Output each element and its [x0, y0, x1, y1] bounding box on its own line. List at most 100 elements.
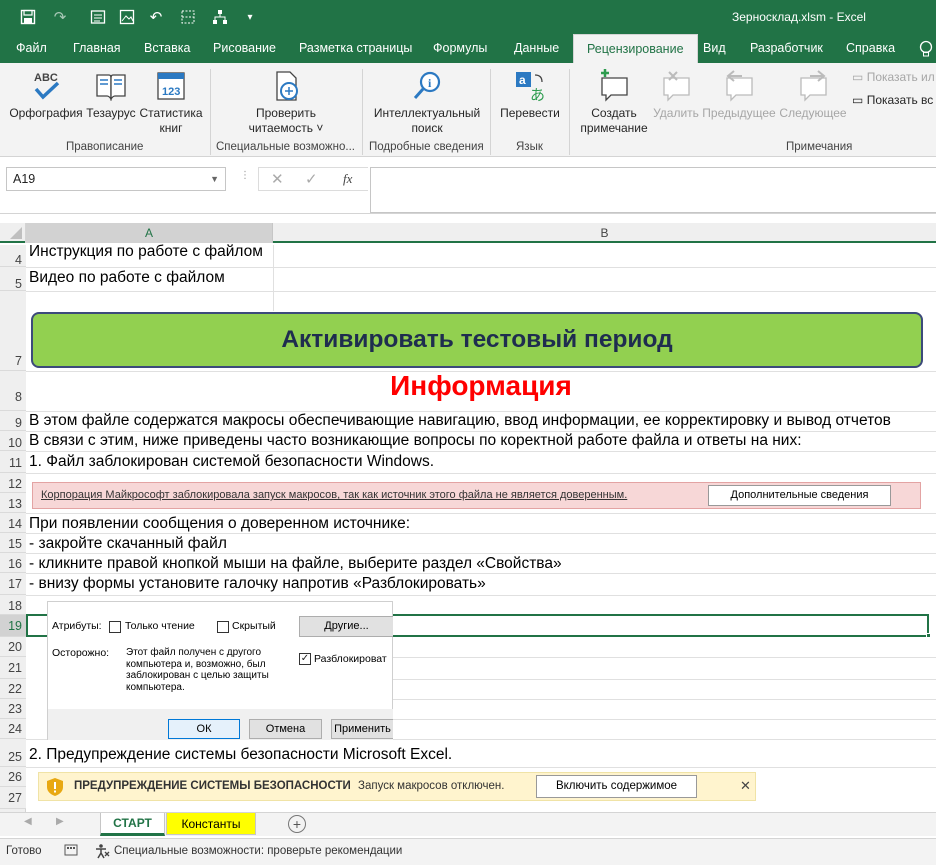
row-header[interactable]: 10 — [0, 431, 26, 451]
spelling-button[interactable]: ABC Орфография — [8, 69, 84, 121]
translate-button[interactable]: aあ Перевести — [494, 69, 566, 121]
cell-a5[interactable]: Видео по работе с файлом — [29, 269, 225, 287]
tab-help[interactable]: Справка — [846, 34, 895, 63]
sheet-tab-constants[interactable]: Константы — [166, 813, 256, 835]
lightbulb-icon[interactable] — [919, 34, 933, 63]
cell-a4[interactable]: Инструкция по работе с файлом — [29, 243, 263, 261]
thesaurus-button[interactable]: Тезаурус — [84, 69, 138, 121]
row-header[interactable]: 11 — [0, 451, 26, 473]
undo-icon[interactable]: ↶ — [146, 7, 166, 27]
workbook-stats-button[interactable]: 123 Статистика книг — [138, 69, 204, 136]
macro-recording-icon[interactable] — [64, 843, 78, 860]
cell-a10[interactable]: В связи с этим, ниже приведены часто воз… — [29, 432, 802, 450]
tab-formulas[interactable]: Формулы — [433, 34, 487, 63]
tab-developer[interactable]: Разработчик — [750, 34, 823, 63]
previous-comment-button[interactable]: Предыдущее — [700, 69, 778, 121]
border-icon[interactable] — [178, 7, 198, 27]
name-box-dropdown-icon[interactable]: ▼ — [210, 168, 219, 190]
sheet-tab-start[interactable]: СТАРТ — [100, 813, 165, 836]
enable-content-button[interactable]: Включить содержимое — [536, 775, 697, 798]
cancel-button[interactable]: Отмена — [249, 719, 322, 739]
row-header[interactable]: 21 — [0, 657, 26, 679]
fill-handle[interactable] — [926, 633, 931, 638]
enter-icon[interactable]: ✓ — [305, 170, 318, 188]
row-header[interactable]: 24 — [0, 719, 26, 739]
tab-review[interactable]: Рецензирование — [573, 34, 698, 63]
row-header[interactable]: 17 — [0, 573, 26, 595]
tab-page-layout[interactable]: Разметка страницы — [299, 34, 412, 63]
row-header[interactable]: 4 — [0, 245, 26, 267]
check-accessibility-button[interactable]: Проверить читаемость ˅ — [236, 69, 336, 136]
row-header[interactable]: 15 — [0, 533, 26, 553]
column-header-a[interactable]: A — [26, 223, 273, 243]
show-all-notes-button[interactable]: ▭ Показать вс — [852, 93, 933, 107]
row-header[interactable]: 26 — [0, 767, 26, 787]
show-note-button[interactable]: ▭ Показать ил — [852, 70, 935, 84]
group-separator — [210, 69, 211, 155]
apply-button[interactable]: Применить — [331, 719, 393, 739]
tab-data[interactable]: Данные — [514, 34, 559, 63]
tab-view[interactable]: Вид — [703, 34, 726, 63]
unblock-checkbox[interactable]: ✓ — [299, 653, 311, 665]
cell-a9[interactable]: В этом файле содержатся макросы обеспечи… — [29, 412, 891, 430]
row-header[interactable]: 20 — [0, 637, 26, 657]
row-header[interactable]: 18 — [0, 595, 26, 615]
scroll-left-icon[interactable]: ◀ — [24, 816, 32, 827]
new-comment-button[interactable]: Создать примечание — [574, 69, 654, 136]
customize-toolbar-icon[interactable]: ▾ — [240, 7, 260, 27]
close-icon[interactable]: ✕ — [740, 778, 751, 794]
cell-a17[interactable]: - внизу формы установите галочку напроти… — [29, 575, 486, 593]
readonly-checkbox[interactable] — [109, 621, 121, 633]
next-comment-button[interactable]: Следующее — [776, 69, 850, 121]
row-divider — [393, 719, 936, 720]
row-header-selected[interactable]: 19 — [0, 615, 26, 637]
smart-lookup-button[interactable]: i Интеллектуальный поиск — [368, 69, 486, 136]
row-header[interactable]: 22 — [0, 679, 26, 699]
redo-icon[interactable]: ↷ — [50, 7, 70, 27]
cell-a14[interactable]: При появлении сообщения о доверенном ист… — [29, 515, 410, 533]
scroll-right-icon[interactable]: ▶ — [56, 816, 64, 827]
cell-a25[interactable]: 2. Предупреждение системы безопасности M… — [29, 746, 452, 764]
row-header[interactable]: 13 — [0, 493, 26, 513]
hierarchy-icon[interactable] — [210, 7, 230, 27]
cancel-icon[interactable]: ✕ — [271, 170, 284, 188]
resize-handle-icon[interactable]: ⋮ — [240, 170, 250, 181]
row-header[interactable]: 23 — [0, 699, 26, 719]
row-header[interactable]: 5 — [0, 267, 26, 291]
insert-function-icon[interactable]: fx — [343, 171, 352, 187]
tab-insert[interactable]: Вставка — [144, 34, 190, 63]
shield-warning-icon — [46, 777, 64, 800]
ok-button[interactable]: ОК — [168, 719, 240, 739]
row-header[interactable]: 16 — [0, 553, 26, 573]
row-header[interactable]: 27 — [0, 787, 26, 809]
tab-home[interactable]: Главная — [73, 34, 121, 63]
select-all-corner[interactable] — [0, 223, 26, 243]
delete-comment-button[interactable]: Удалить — [650, 69, 702, 121]
cell-a11[interactable]: 1. Файл заблокирован системой безопаснос… — [29, 453, 434, 471]
column-header-b[interactable]: B — [273, 223, 936, 243]
other-attributes-button[interactable]: Другие... — [299, 616, 393, 637]
name-box[interactable]: A19 ▼ — [6, 167, 226, 191]
form-icon[interactable] — [88, 7, 108, 27]
activate-trial-button[interactable]: Активировать тестовый период — [31, 312, 923, 368]
formula-input[interactable] — [370, 167, 936, 213]
cell-a16[interactable]: - кликните правой кнопкой мыши на файле,… — [29, 555, 562, 573]
row-header[interactable]: 14 — [0, 513, 26, 533]
picture-icon[interactable] — [117, 7, 137, 27]
next-comment-label: Следующее — [779, 106, 847, 120]
tab-draw[interactable]: Рисование — [213, 34, 276, 63]
hidden-checkbox[interactable] — [217, 621, 229, 633]
save-icon[interactable] — [18, 7, 38, 27]
more-info-button[interactable]: Дополнительные сведения — [708, 485, 891, 506]
row-header[interactable]: 9 — [0, 411, 26, 431]
tab-file[interactable]: Файл — [16, 34, 47, 63]
status-accessibility[interactable]: Специальные возможности: проверьте реком… — [114, 845, 402, 857]
row-header[interactable]: 8 — [0, 371, 26, 411]
row-header[interactable]: 12 — [0, 473, 26, 493]
row-divider — [26, 553, 936, 554]
accessibility-icon[interactable] — [95, 843, 111, 862]
row-header[interactable]: 25 — [0, 739, 26, 767]
cell-a15[interactable]: - закройте скачанный файл — [29, 535, 227, 553]
add-sheet-button[interactable]: + — [288, 815, 306, 833]
row-header[interactable]: 7 — [0, 291, 26, 371]
